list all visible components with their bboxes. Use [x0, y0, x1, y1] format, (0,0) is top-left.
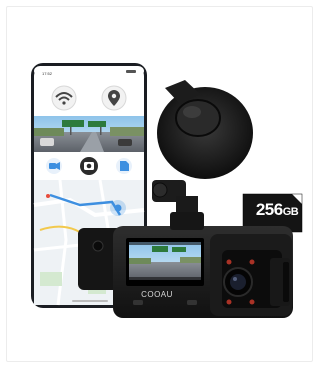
suction-mount	[152, 80, 253, 228]
camera-icon[interactable]	[84, 162, 94, 170]
video-icon[interactable]	[49, 162, 60, 170]
sd-card-unit: GB	[282, 206, 299, 218]
product-photo	[31, 63, 303, 318]
dashcam-screen	[126, 238, 204, 286]
phone-status-time: 17:52	[42, 71, 53, 76]
live-video-preview[interactable]	[34, 116, 144, 152]
location-marker-icon[interactable]	[110, 200, 126, 216]
sd-card-capacity-label: 256GB	[249, 200, 305, 220]
dashcam-brand-label: COOAU	[141, 290, 173, 299]
sd-card-capacity: 256	[255, 200, 283, 219]
app-controls	[46, 157, 132, 175]
